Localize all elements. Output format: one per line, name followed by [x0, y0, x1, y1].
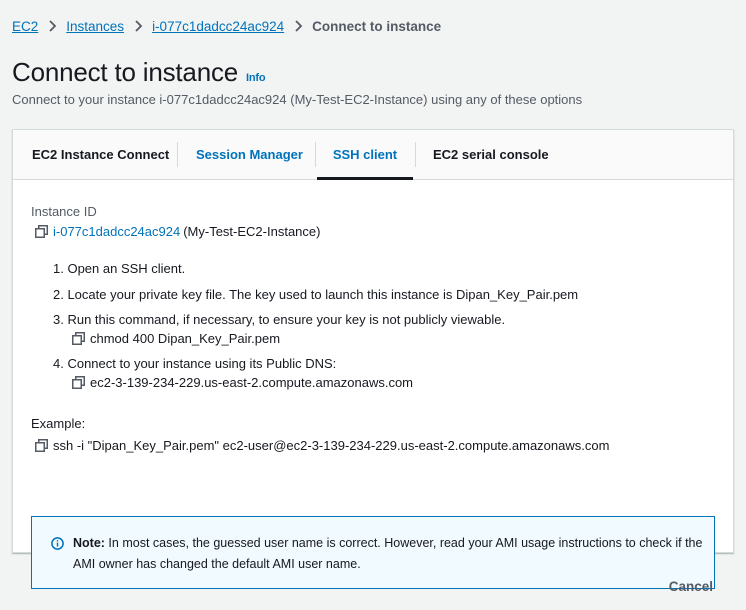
tab-ec2-serial-console[interactable]: EC2 serial console	[433, 130, 549, 179]
tab-ssh-client[interactable]: SSH client	[317, 130, 413, 180]
page-description: Connect to your instance i-077c1dadcc24a…	[12, 92, 583, 107]
tab-ec2-instance-connect[interactable]: EC2 Instance Connect	[32, 130, 169, 179]
breadcrumb-current: Connect to instance	[312, 18, 442, 34]
copy-icon[interactable]	[72, 332, 85, 345]
step-2: 2. Locate your private key file. The key…	[53, 287, 579, 302]
page-title: Connect to instance Info	[12, 57, 266, 88]
copy-icon[interactable]	[35, 439, 48, 452]
note-body: In most cases, the guessed user name is …	[73, 536, 703, 571]
chevron-right-icon	[38, 20, 66, 32]
note-alert: Note: In most cases, the guessed user na…	[31, 516, 715, 589]
tab-session-manager[interactable]: Session Manager	[196, 130, 303, 179]
breadcrumb-ec2-link[interactable]: EC2	[12, 19, 38, 34]
tab-divider	[315, 142, 316, 167]
info-circle-icon	[51, 537, 64, 550]
ssh-client-content: Instance ID i-077c1dadcc24ac924 (My-Test…	[13, 181, 733, 589]
step-3: 3. Run this command, if necessary, to en…	[53, 312, 506, 327]
breadcrumb-instance-id-link[interactable]: i-077c1dadcc24ac924	[152, 19, 284, 34]
note-text: Note: In most cases, the guessed user na…	[73, 533, 703, 575]
breadcrumb: EC2 Instances i-077c1dadcc24ac924 Connec…	[12, 17, 441, 35]
example-label: Example:	[31, 416, 86, 431]
page-title-text: Connect to instance	[12, 57, 239, 87]
chmod-command: chmod 400 Dipan_Key_Pair.pem	[90, 331, 281, 346]
example-command: ssh -i "Dipan_Key_Pair.pem" ec2-user@ec2…	[53, 438, 610, 453]
step-1: 1. Open an SSH client.	[53, 261, 186, 276]
copy-icon[interactable]	[35, 225, 48, 238]
public-dns-row: ec2-3-139-234-229.us-east-2.compute.amaz…	[72, 375, 413, 390]
instance-id-link[interactable]: i-077c1dadcc24ac924	[53, 224, 180, 239]
chevron-right-icon	[124, 20, 152, 32]
chmod-command-row: chmod 400 Dipan_Key_Pair.pem	[72, 331, 280, 346]
example-command-row: ssh -i "Dipan_Key_Pair.pem" ec2-user@ec2…	[35, 438, 609, 453]
cancel-button[interactable]: Cancel	[660, 575, 730, 597]
breadcrumb-instances-link[interactable]: Instances	[66, 19, 124, 34]
info-link[interactable]: Info	[246, 72, 266, 84]
copy-icon[interactable]	[72, 376, 85, 389]
chevron-right-icon	[284, 20, 312, 32]
tab-bar: EC2 Instance Connect Session Manager SSH…	[13, 130, 733, 180]
public-dns: ec2-3-139-234-229.us-east-2.compute.amaz…	[90, 375, 414, 390]
step-4: 4. Connect to your instance using its Pu…	[53, 356, 337, 371]
instance-id-label: Instance ID	[31, 204, 97, 219]
instance-name: (My-Test-EC2-Instance)	[183, 224, 321, 239]
connect-panel: EC2 Instance Connect Session Manager SSH…	[12, 129, 734, 589]
instance-id-row: i-077c1dadcc24ac924 (My-Test-EC2-Instanc…	[35, 224, 320, 239]
tab-divider	[415, 142, 416, 167]
note-label: Note:	[73, 536, 105, 550]
tab-divider	[177, 142, 178, 167]
